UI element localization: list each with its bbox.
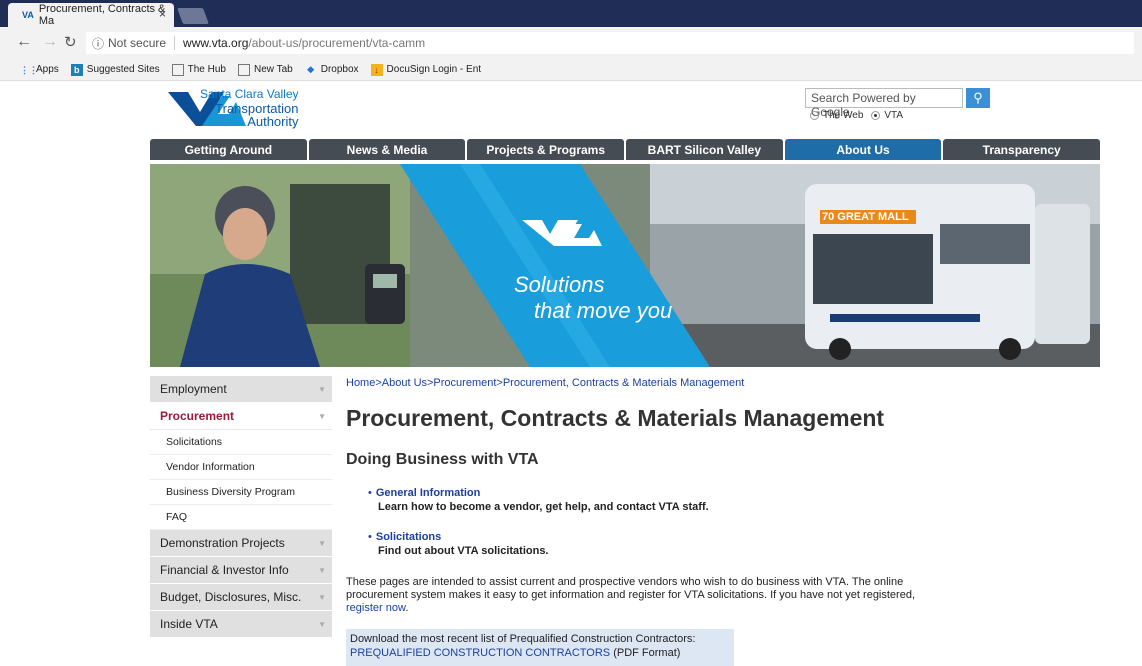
search-input[interactable]: Search Powered by Google: [805, 88, 963, 119]
chevron-down-icon: ▼: [318, 566, 326, 575]
hero-banner: Solutions that move you 70 GREAT MALL: [150, 164, 1100, 367]
browser-tab-strip: VA Procurement, Contracts & Ma ×: [0, 0, 1142, 27]
chevron-down-icon: ▼: [318, 620, 326, 629]
info-icon[interactable]: ⓘ: [92, 35, 104, 52]
page-icon: [171, 63, 184, 76]
bookmark-dropbox[interactable]: ❖ Dropbox: [305, 64, 359, 76]
intro-paragraph: These pages are intended to assist curre…: [346, 576, 916, 614]
section-heading: Doing Business with VTA: [346, 451, 539, 468]
solicitations-link[interactable]: Solicitations: [376, 531, 441, 543]
hero-tagline-line1: Solutions: [514, 272, 605, 297]
sidebar-item-inside-vta[interactable]: Inside VTA ▼: [150, 611, 332, 638]
list-item-general-information: • General Information Learn how to become…: [368, 487, 709, 513]
general-information-desc: Learn how to become a vendor, get help, …: [378, 501, 709, 513]
nav-about-us[interactable]: About Us: [784, 139, 942, 160]
bookmark-new-tab[interactable]: New Tab: [237, 63, 293, 76]
dropbox-icon: ❖: [306, 64, 315, 75]
page-title: Procurement, Contracts & Materials Manag…: [346, 405, 885, 431]
security-label: Not secure: [108, 36, 167, 50]
nav-news-media[interactable]: News & Media: [308, 139, 466, 160]
sidebar-item-procurement[interactable]: Procurement ▼: [150, 403, 332, 430]
sidebar-item-budget-disclosures[interactable]: Budget, Disclosures, Misc. ▼: [150, 584, 332, 611]
bing-icon: b: [70, 63, 83, 76]
new-tab-button[interactable]: [177, 8, 209, 24]
address-bar[interactable]: ⓘ Not secure www.vta.org/about-us/procur…: [86, 32, 1134, 54]
reload-icon[interactable]: ↻: [64, 33, 77, 51]
sidebar-subitem-solicitations[interactable]: Solicitations: [150, 430, 332, 455]
register-now-link[interactable]: register now: [346, 602, 405, 614]
nav-transparency[interactable]: Transparency: [943, 139, 1101, 160]
general-information-link[interactable]: General Information: [376, 487, 481, 499]
search-scope: The Web VTA: [810, 110, 903, 121]
download-box: Download the most recent list of Prequal…: [346, 629, 734, 666]
chevron-down-icon: ▼: [318, 593, 326, 602]
bookmark-apps[interactable]: ⋮⋮ Apps: [20, 64, 59, 76]
forward-arrow-icon[interactable]: →: [42, 33, 58, 51]
radio-web[interactable]: [810, 111, 819, 120]
bookmark-docusign[interactable]: ↓ DocuSign Login - Ent: [370, 63, 481, 76]
docusign-icon: ↓: [370, 63, 383, 76]
nav-bart-silicon-valley[interactable]: BART Silicon Valley: [626, 139, 783, 160]
close-tab-icon[interactable]: ×: [159, 7, 166, 21]
sidebar: Employment ▼ Procurement ▼ Solicitations V…: [150, 376, 332, 638]
tab-title: Procurement, Contracts & Ma: [38, 3, 166, 27]
radio-vta[interactable]: [871, 111, 881, 120]
chevron-down-icon: ▼: [318, 385, 326, 394]
bookmark-suggested-sites[interactable]: b Suggested Sites: [70, 63, 160, 76]
nav-projects-programs[interactable]: Projects & Programs: [467, 139, 625, 160]
hero-image: [150, 164, 1100, 367]
prequalified-contractors-link[interactable]: PREQUALIFIED CONSTRUCTION CONTRACTORS: [350, 647, 610, 659]
bookmark-the-hub[interactable]: The Hub: [171, 63, 226, 76]
chevron-down-icon: ▼: [318, 539, 326, 548]
main-navigation: Getting Around News & Media Projects & P…: [150, 139, 1101, 160]
solicitations-desc: Find out about VTA solicitations.: [378, 545, 549, 557]
breadcrumb[interactable]: Home>About Us>Procurement>Procurement, C…: [346, 377, 744, 389]
page-icon: [237, 63, 250, 76]
hero-tagline-line2: that move you: [534, 298, 673, 323]
apps-grid-icon: ⋮⋮: [20, 64, 38, 75]
web-page: Santa Clara Valley Transportation Author…: [0, 82, 1142, 666]
back-arrow-icon[interactable]: ←: [16, 33, 32, 51]
logo-text: Santa Clara Valley Transportation Author…: [200, 87, 299, 129]
bus-sign: 70 GREAT MALL: [822, 211, 909, 223]
sidebar-subitem-faq[interactable]: FAQ: [150, 505, 332, 530]
sidebar-item-financial-investor[interactable]: Financial & Investor Info ▼: [150, 557, 332, 584]
chevron-down-icon: ▼: [318, 412, 326, 421]
sidebar-item-employment[interactable]: Employment ▼: [150, 376, 332, 403]
search-icon: ⚲: [973, 90, 983, 105]
search-button[interactable]: ⚲: [966, 88, 990, 108]
sidebar-subitem-business-diversity[interactable]: Business Diversity Program: [150, 480, 332, 505]
browser-tab[interactable]: VA Procurement, Contracts & Ma ×: [8, 3, 174, 27]
list-item-solicitations: • Solicitations Find out about VTA solici…: [368, 531, 549, 557]
url-domain: www.vta.org: [183, 36, 249, 50]
browser-toolbar: ← → ↻ ⓘ Not secure www.vta.org/about-us/…: [0, 27, 1142, 59]
url-path: /about-us/procurement/vta-camm: [248, 36, 426, 50]
vta-favicon-icon: VA: [22, 10, 34, 20]
sidebar-subitem-vendor-information[interactable]: Vendor Information: [150, 455, 332, 480]
sidebar-item-demonstration-projects[interactable]: Demonstration Projects ▼: [150, 530, 332, 557]
bookmarks-bar: ⋮⋮ Apps b Suggested Sites The Hub New Tab …: [0, 59, 1142, 81]
nav-getting-around[interactable]: Getting Around: [150, 139, 307, 160]
